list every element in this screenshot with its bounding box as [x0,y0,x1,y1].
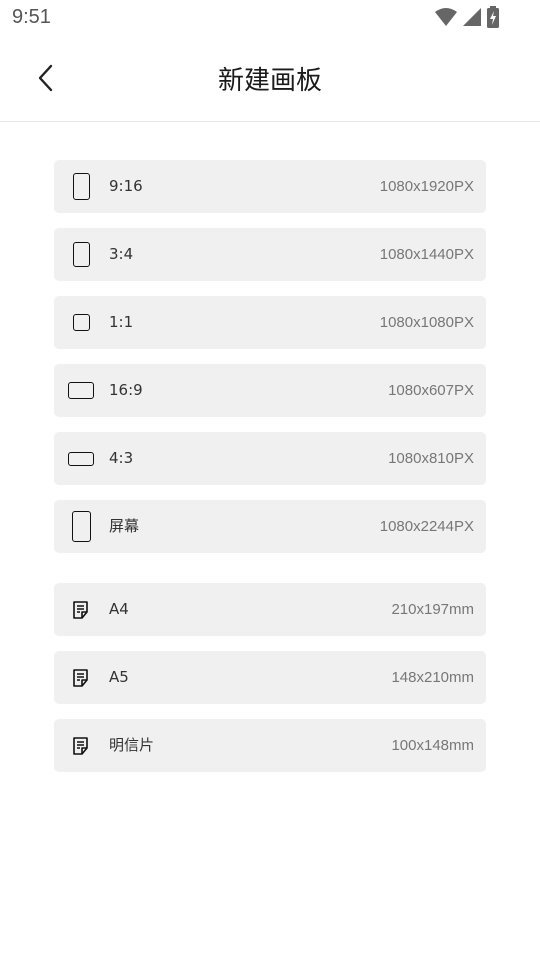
size-option-dimensions: 1080x1080PX [379,314,474,331]
size-option-a4[interactable]: A4 210x197mm [54,583,486,636]
portrait-9-16-icon [68,160,94,213]
cellular-signal-icon [463,8,481,26]
landscape-16-9-icon [68,364,94,417]
size-option-dimensions: 1080x810PX [388,450,474,467]
document-icon [68,719,94,772]
size-option-label: 1:1 [109,313,134,331]
square-1-1-icon [68,296,94,349]
size-option-label: 3:4 [109,245,134,263]
size-option-9-16[interactable]: 9:16 1080x1920PX [54,160,486,213]
size-option-postcard[interactable]: 明信片 100x148mm [54,719,486,772]
size-option-16-9[interactable]: 16:9 1080x607PX [54,364,486,417]
status-time: 9:51 [12,6,51,28]
size-option-dimensions: 1080x1920PX [379,178,474,195]
screen-icon [68,500,94,553]
size-option-label: 16:9 [109,381,143,399]
size-option-3-4[interactable]: 3:4 1080x1440PX [54,228,486,281]
document-icon [68,583,94,636]
status-icons [434,6,500,28]
size-option-dimensions: 1080x2244PX [379,518,474,535]
battery-charging-icon [487,6,499,28]
size-option-dimensions: 1080x1440PX [379,246,474,263]
size-option-label: 明信片 [109,736,155,754]
size-option-label: 4:3 [109,449,134,467]
landscape-4-3-icon [68,432,94,485]
size-option-dimensions: 210x197mm [391,601,474,618]
canvas-size-list: 9:16 1080x1920PX 3:4 1080x1440PX 1:1 108… [54,160,486,787]
size-option-label: 屏幕 [109,517,140,535]
size-option-dimensions: 1080x607PX [388,382,474,399]
size-option-dimensions: 100x148mm [391,737,474,754]
size-option-label: 9:16 [109,177,143,195]
portrait-3-4-icon [68,228,94,281]
app-header: 新建画板 [0,36,540,122]
size-option-1-1[interactable]: 1:1 1080x1080PX [54,296,486,349]
status-bar: 9:51 [0,0,540,36]
size-option-a5[interactable]: A5 148x210mm [54,651,486,704]
size-option-label: A5 [109,668,129,686]
document-icon [68,651,94,704]
wifi-icon [435,8,457,26]
size-option-screen[interactable]: 屏幕 1080x2244PX [54,500,486,553]
size-option-dimensions: 148x210mm [391,669,474,686]
size-option-label: A4 [109,600,129,618]
page-title: 新建画板 [217,66,322,96]
size-option-4-3[interactable]: 4:3 1080x810PX [54,432,486,485]
